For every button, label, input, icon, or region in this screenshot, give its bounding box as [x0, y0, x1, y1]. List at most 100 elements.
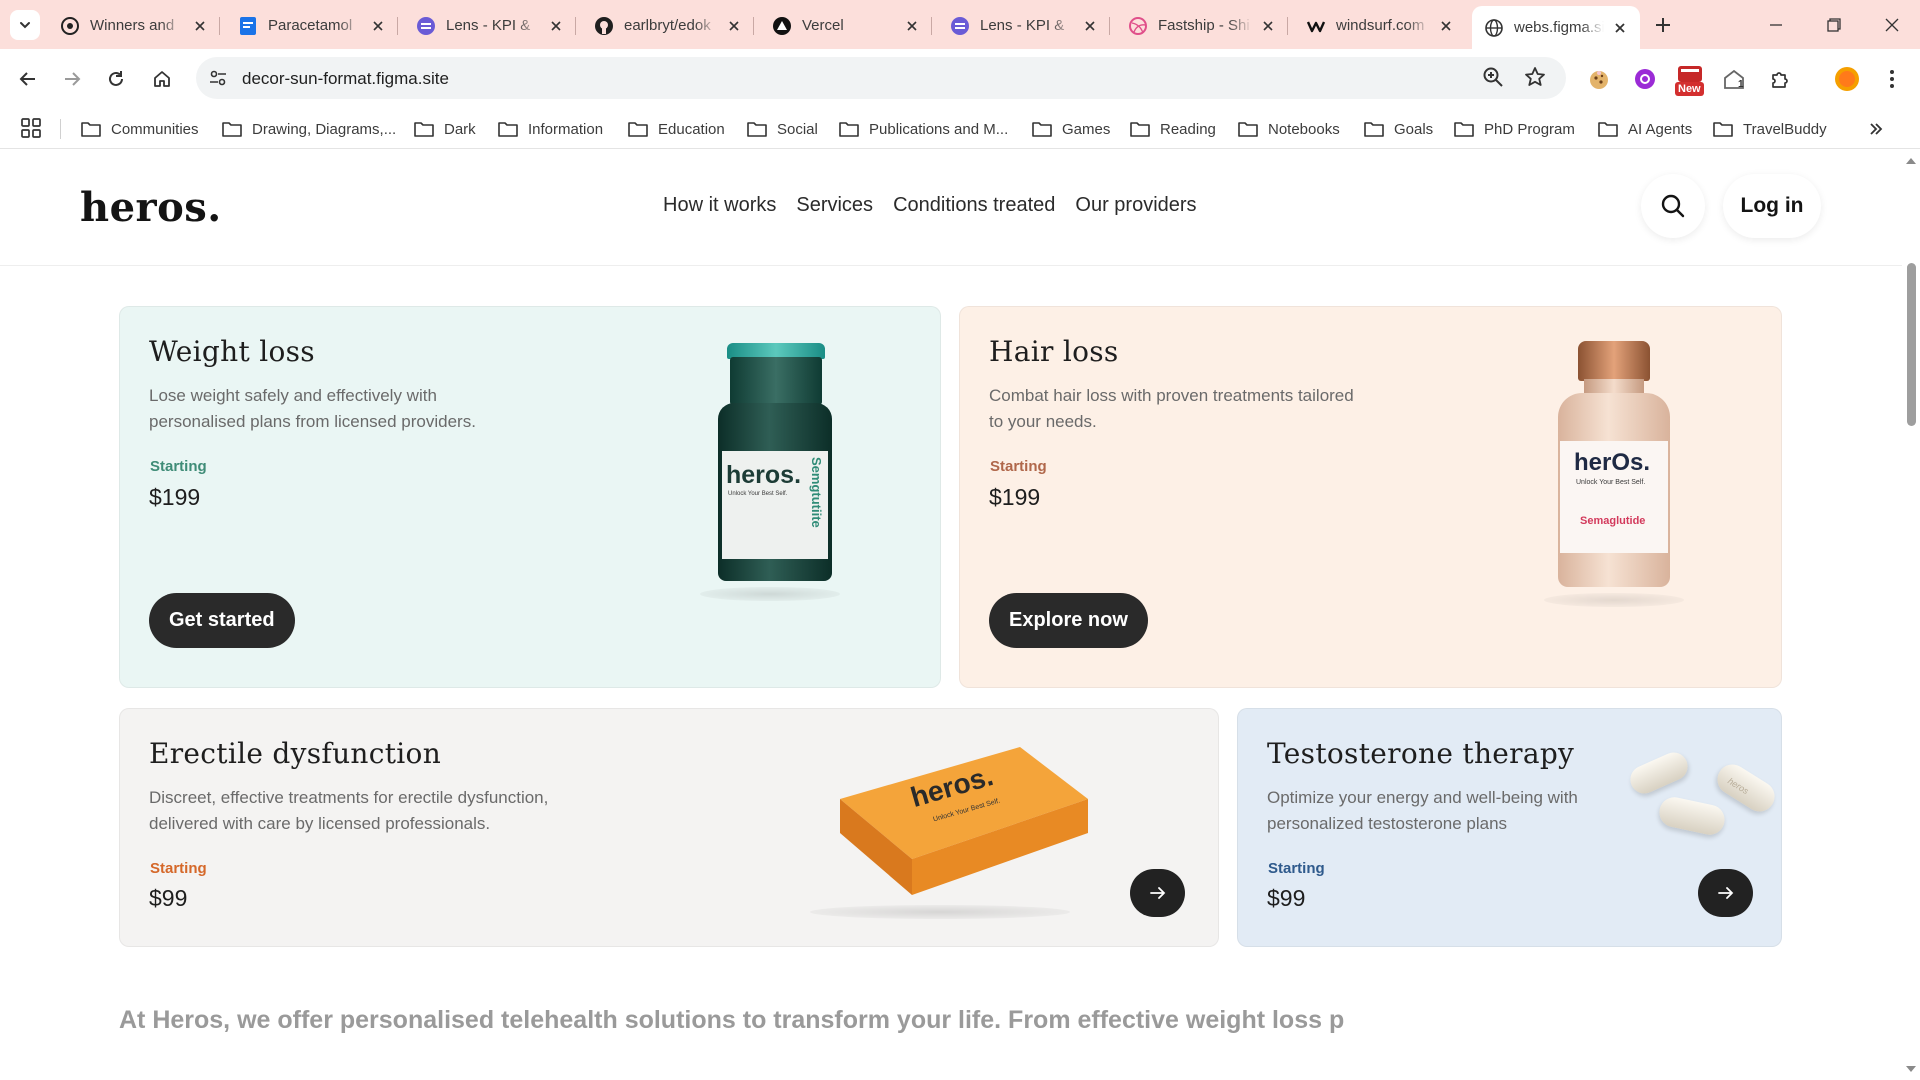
site-info-icon[interactable] [206, 66, 230, 90]
bookmark-folder[interactable]: AI Agents [1598, 116, 1692, 142]
erectile-dysfunction-card[interactable]: Erectile dysfunction Discreet, effective… [119, 708, 1219, 947]
puzzle-icon[interactable] [1767, 65, 1795, 93]
login-button[interactable]: Log in [1723, 174, 1821, 238]
bookmark-folder[interactable]: Publications and M... [839, 116, 1008, 142]
close-icon[interactable] [1436, 16, 1456, 36]
apps-grid-icon[interactable] [20, 117, 44, 141]
tab-separator [1109, 17, 1110, 35]
browser-tab[interactable]: Paracetamol [226, 8, 398, 43]
tab-strip: Winners and Paracetamol Lens - KPI & ear… [0, 0, 1920, 49]
folder-icon [628, 122, 648, 137]
close-icon[interactable] [368, 16, 388, 36]
address-bar[interactable]: decor-sun-format.figma.site [196, 57, 1566, 99]
tab-separator [1287, 17, 1288, 35]
home-icon [154, 71, 170, 87]
bookmark-label: Reading [1160, 120, 1216, 138]
explore-now-button[interactable]: Explore now [989, 593, 1148, 648]
hair-loss-card[interactable]: Hair loss Combat hair loss with proven t… [959, 306, 1782, 688]
bookmarks-separator [60, 119, 61, 139]
bookmark-folder[interactable]: Dark [414, 116, 476, 142]
bookmark-folder[interactable]: Notebooks [1238, 116, 1340, 142]
lens-icon [950, 16, 970, 36]
page-scrollbar[interactable] [1902, 150, 1920, 1080]
vial-tagline: Unlock Your Best Self. [728, 491, 788, 497]
restore-button[interactable] [1806, 0, 1862, 49]
folder-icon [1130, 122, 1150, 137]
restore-icon [1827, 17, 1841, 32]
bookmark-folder[interactable]: Social [747, 116, 818, 142]
scroll-down-icon[interactable] [1906, 1066, 1916, 1072]
bookmark-folder[interactable]: Reading [1130, 116, 1216, 142]
close-icon[interactable] [546, 16, 566, 36]
tab-title: Vercel [802, 17, 844, 34]
back-button[interactable] [12, 63, 44, 95]
tab-separator [397, 17, 398, 35]
browser-tab[interactable]: windsurf.com [1294, 8, 1466, 43]
browser-tab[interactable]: Winners and [48, 8, 220, 43]
card-description-line: to your needs. [989, 412, 1097, 431]
nav-our-providers[interactable]: Our providers [1075, 194, 1196, 217]
minimize-button[interactable] [1748, 0, 1804, 49]
purple-extension-icon[interactable] [1631, 65, 1659, 93]
bookmark-folder[interactable]: Goals [1364, 116, 1433, 142]
globe-icon [1484, 18, 1504, 38]
browser-tab[interactable]: Lens - KPI & [938, 8, 1110, 43]
forward-button[interactable] [56, 63, 88, 95]
main-nav: How it works Services Conditions treated… [663, 194, 1197, 217]
reload-button[interactable] [100, 63, 132, 95]
bookmark-folder[interactable]: TravelBuddy [1713, 116, 1827, 142]
nav-how-it-works[interactable]: How it works [663, 194, 776, 217]
bookmark-folder[interactable]: Communities [81, 116, 199, 142]
browser-tab[interactable]: Vercel [760, 8, 932, 43]
bookmark-folder[interactable]: Drawing, Diagrams,... [222, 116, 396, 142]
zoom-icon[interactable] [1482, 66, 1506, 90]
intro-tagline: At Heros, we offer personalised teleheal… [119, 1006, 1345, 1034]
testosterone-therapy-card[interactable]: Testosterone therapy Optimize your energ… [1237, 708, 1782, 947]
nav-conditions-treated[interactable]: Conditions treated [893, 194, 1055, 217]
nav-services[interactable]: Services [796, 194, 873, 217]
bookmark-folder[interactable]: Information [498, 116, 603, 142]
bookmark-folder[interactable]: Education [628, 116, 725, 142]
get-started-button[interactable]: Get started [149, 593, 295, 648]
scrollbar-thumb[interactable] [1907, 263, 1916, 426]
testosterone-arrow-button[interactable] [1698, 869, 1753, 917]
box-shape [840, 747, 1088, 895]
search-button[interactable] [1641, 174, 1705, 238]
tab-title: Paracetamol [268, 17, 353, 34]
bookmark-folder[interactable]: PhD Program [1454, 116, 1575, 142]
vial-product-name: Semaglutide [1580, 515, 1646, 527]
bookmark-folder[interactable]: Games [1032, 116, 1110, 142]
new-badge-extension-icon[interactable]: New [1674, 65, 1706, 96]
close-icon[interactable] [902, 16, 922, 36]
tab-search-button[interactable] [10, 10, 40, 40]
bookmark-star-icon[interactable] [1524, 66, 1548, 90]
more-bookmarks-icon[interactable] [1864, 117, 1888, 141]
weight-loss-card[interactable]: Weight loss Lose weight safely and effec… [119, 306, 941, 688]
starting-label: Starting [1268, 860, 1325, 877]
browser-tab[interactable]: earlbryt/edok [582, 8, 754, 43]
close-icon[interactable] [724, 16, 744, 36]
scroll-up-icon[interactable] [1906, 158, 1916, 164]
tab-title: windsurf.com [1336, 17, 1425, 34]
close-window-button[interactable] [1864, 0, 1920, 49]
tab-title: Lens - KPI & [980, 17, 1065, 34]
site-header: heros. How it works Services Conditions … [0, 150, 1902, 266]
browser-tab[interactable]: Fastship - Shi [1116, 8, 1288, 43]
browser-tab[interactable]: Lens - KPI & [404, 8, 576, 43]
close-icon[interactable] [1080, 16, 1100, 36]
site-logo[interactable]: heros. [80, 184, 222, 231]
profile-avatar-icon[interactable] [1833, 65, 1861, 93]
close-icon[interactable] [1610, 18, 1630, 38]
browser-tab-active[interactable]: webs.figma.si [1472, 6, 1640, 49]
folder-icon [839, 122, 859, 137]
close-icon[interactable] [1258, 16, 1278, 36]
house-extension-icon[interactable]: 1 [1720, 65, 1748, 93]
folder-icon [498, 122, 518, 137]
close-icon[interactable] [190, 16, 210, 36]
cookie-extension-icon[interactable] [1585, 65, 1613, 93]
folder-icon [1238, 122, 1258, 137]
home-button[interactable] [146, 63, 178, 95]
new-tab-button[interactable] [1649, 11, 1677, 39]
more-menu-icon[interactable] [1878, 65, 1906, 93]
ed-arrow-button[interactable] [1130, 869, 1185, 917]
